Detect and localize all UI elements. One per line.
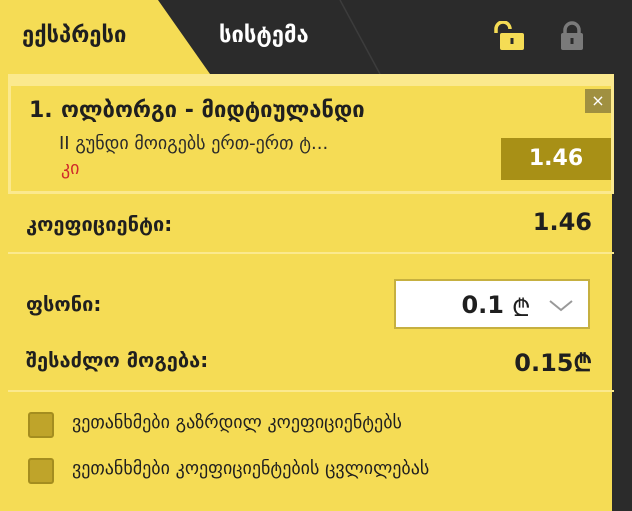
possible-win-value: 0.15₾ <box>514 349 592 377</box>
right-gutter <box>612 74 632 511</box>
bet-market: II გუნდი მოიგებს ერთ-ერთ ტ... <box>59 133 329 154</box>
checkbox-label[interactable]: ვეთანხმები კოეფიციენტების ცვლილებას <box>72 458 429 479</box>
checkbox-label[interactable]: ვეთანხმები გაზრდილ კოეფიციენტებს <box>72 412 402 433</box>
divider <box>8 390 614 392</box>
lock-open-icon[interactable] <box>492 21 526 51</box>
betslip-panel: 1. ოლბორგი - მიდტიულანდი II გუნდი მოიგებ… <box>0 74 614 511</box>
bet-event-title: ოლბორგი - მიდტიულანდი <box>61 98 365 123</box>
tab-system[interactable]: სისტემა <box>219 23 309 48</box>
stake-field[interactable]: ₾ <box>394 279 590 329</box>
chevron-down-icon[interactable] <box>546 295 576 315</box>
betslip-tabbar: ექსპრესი სისტემა <box>0 0 632 74</box>
stake-label: ფსონი: <box>26 292 102 316</box>
checkbox[interactable] <box>28 458 54 484</box>
tab-divider <box>339 0 381 74</box>
lock-icon[interactable] <box>558 21 586 51</box>
possible-win-label: შესაძლო მოგება: <box>26 348 209 372</box>
stake-input[interactable] <box>404 287 504 323</box>
coefficient-value: 1.46 <box>532 208 592 236</box>
divider <box>8 252 614 254</box>
coefficient-label: კოეფიციენტი: <box>26 212 173 236</box>
tab-express-label[interactable]: ექსპრესი <box>22 23 126 48</box>
bet-number: 1. <box>29 98 53 123</box>
currency-symbol: ₾ <box>512 294 531 322</box>
bet-selection: კი <box>61 158 80 179</box>
close-icon[interactable]: × <box>585 89 611 113</box>
checkbox[interactable] <box>28 412 54 438</box>
bet-item: 1. ოლბორგი - მიდტიულანდი II გუნდი მოიგებ… <box>8 74 614 194</box>
bet-odds: 1.46 <box>501 138 611 180</box>
